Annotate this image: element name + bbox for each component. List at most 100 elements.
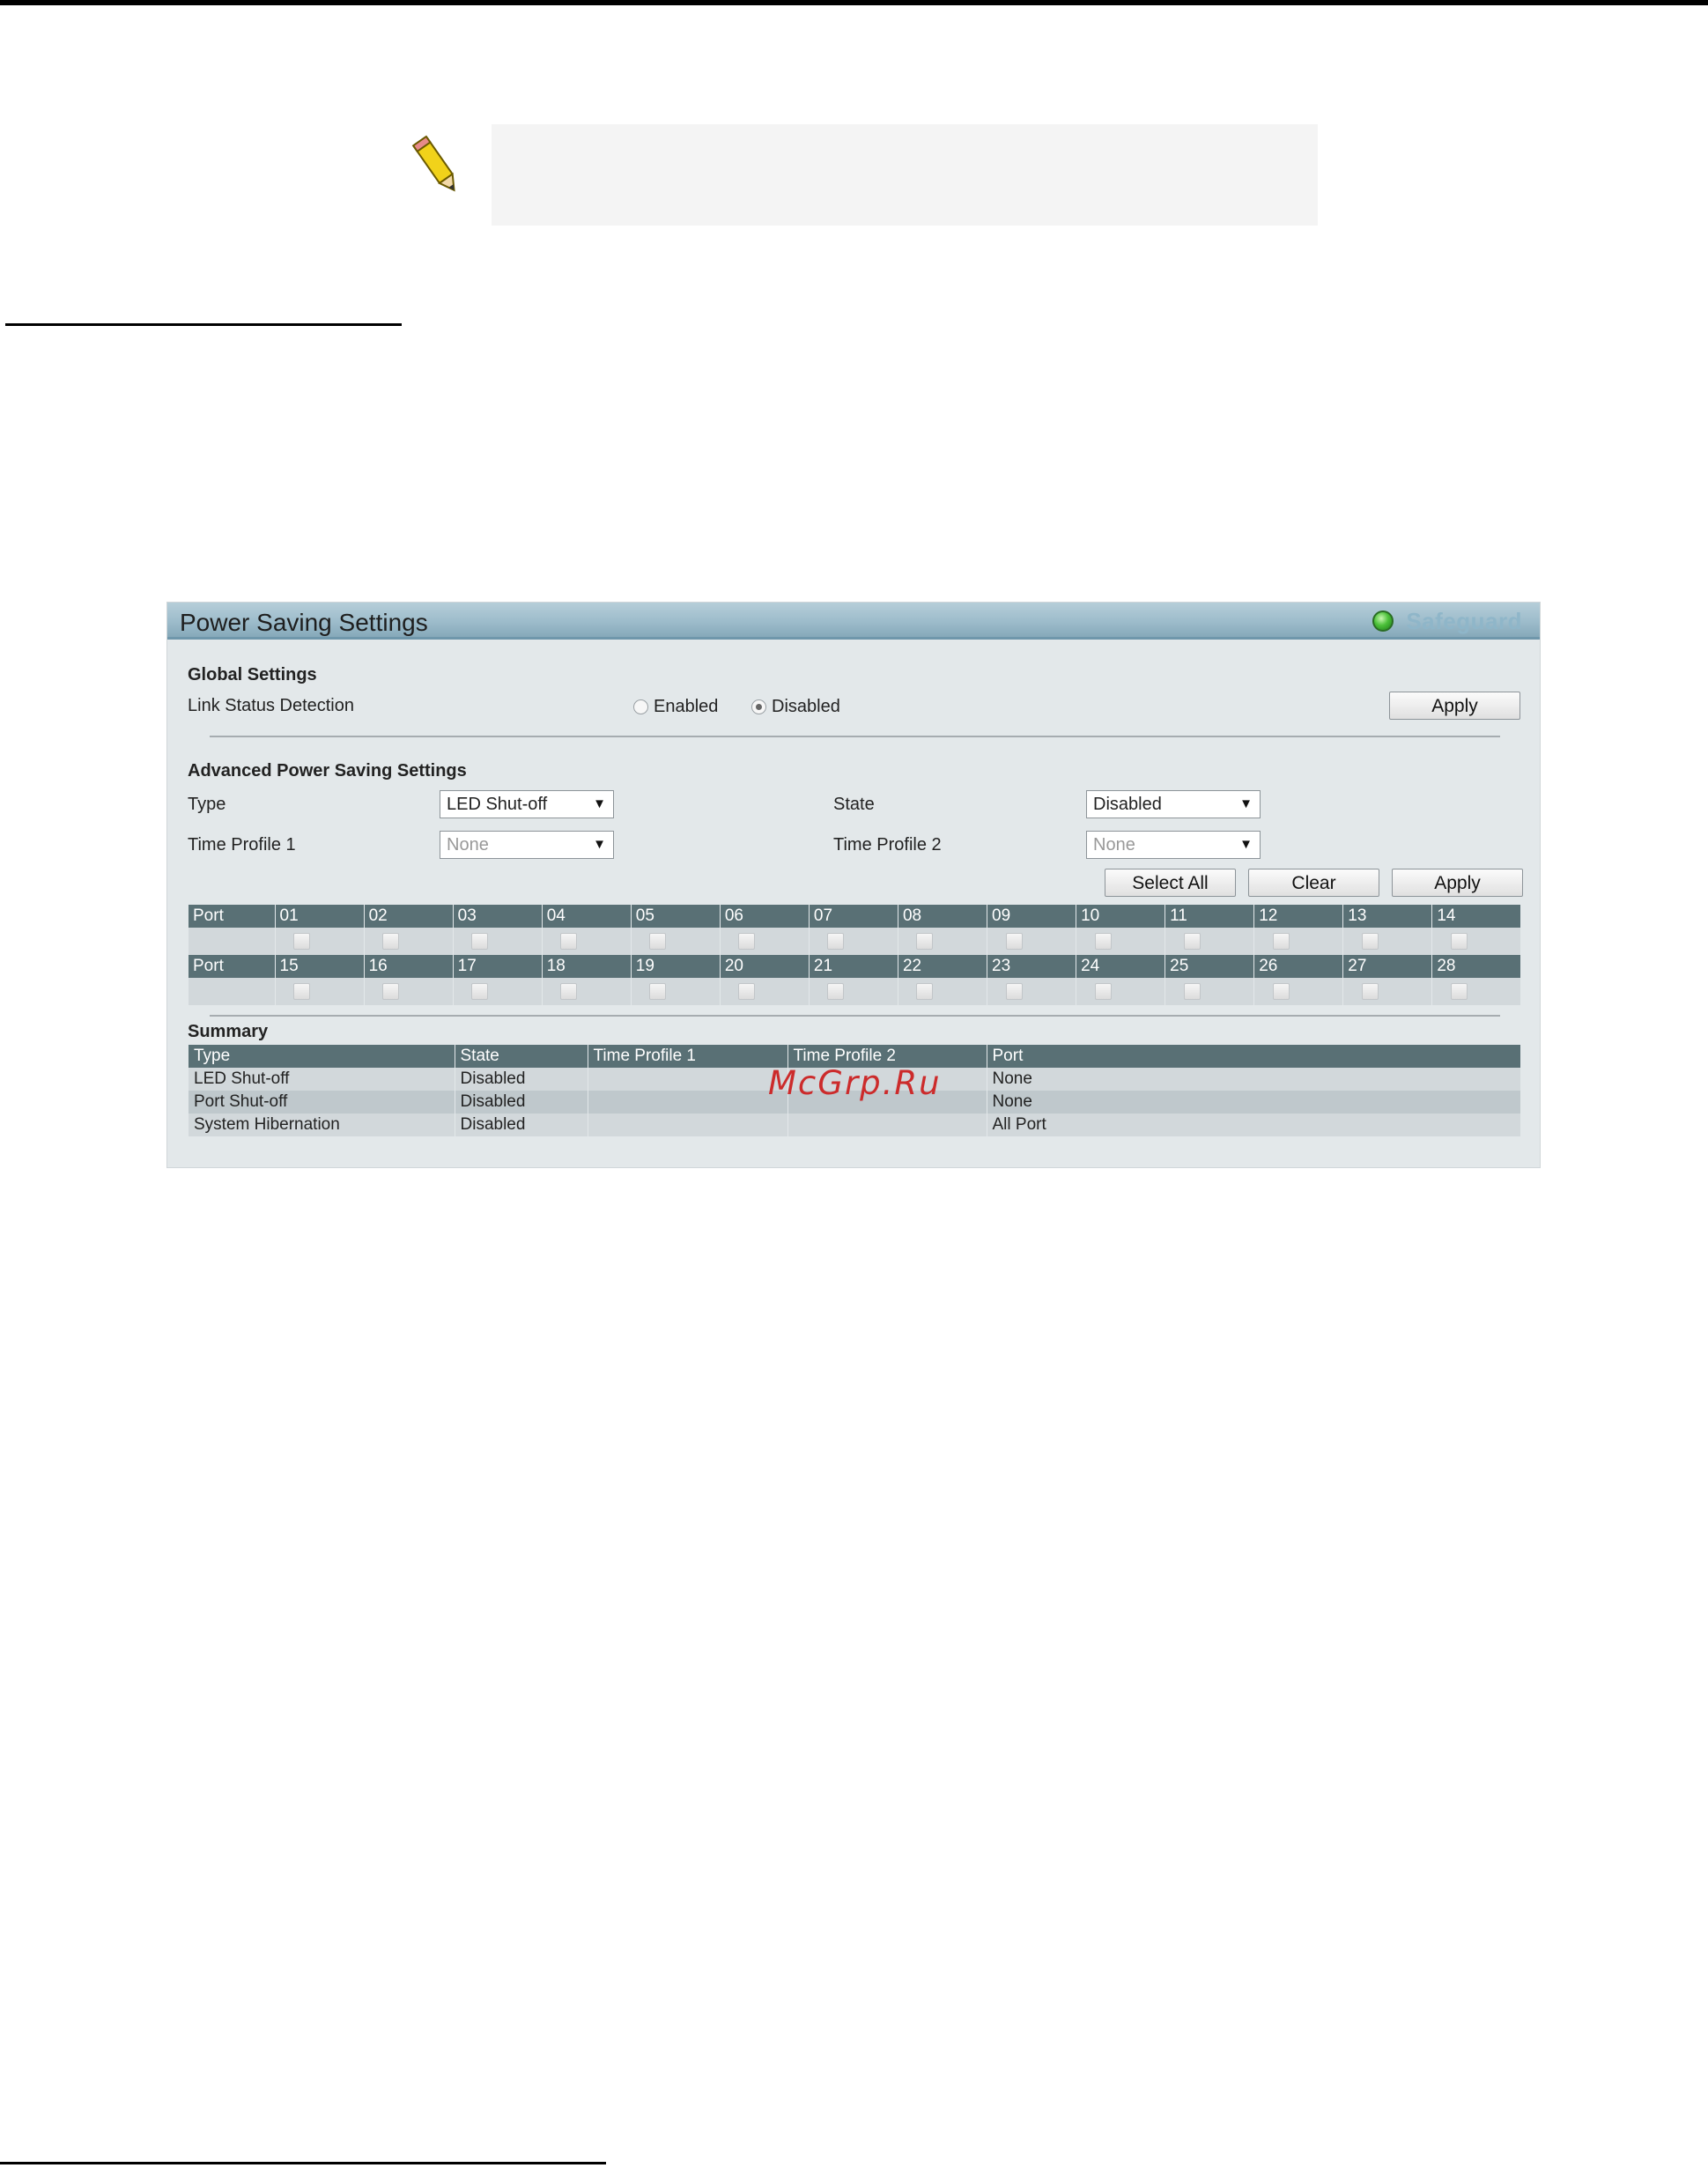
global-apply-button[interactable]: Apply — [1389, 692, 1520, 720]
port-checkbox-cell — [1253, 978, 1344, 1005]
port-checkbox-cell — [1342, 928, 1433, 955]
port-checkbox-23[interactable] — [1005, 982, 1023, 1000]
note-box — [492, 124, 1318, 226]
port-number-24: 24 — [1076, 955, 1166, 978]
time-profile-2-label: Time Profile 2 — [833, 835, 942, 855]
port-checkbox-cell — [1076, 978, 1166, 1005]
port-checkbox-14[interactable] — [1450, 932, 1468, 950]
summary-cell: System Hibernation — [189, 1114, 455, 1136]
watermark: McGrp.Ru — [768, 1064, 942, 1102]
advanced-apply-button[interactable]: Apply — [1392, 869, 1523, 897]
time-profile-2-select[interactable]: None ▼ — [1086, 831, 1261, 859]
time-profile-2-arrow-icon: ▼ — [1239, 837, 1253, 852]
port-checkbox-row — [189, 928, 1522, 955]
port-checkbox-27[interactable] — [1361, 982, 1379, 1000]
port-checkbox-cell — [1076, 928, 1166, 955]
port-checkbox-11[interactable] — [1183, 932, 1201, 950]
port-checkbox-28[interactable] — [1450, 982, 1468, 1000]
port-number-21: 21 — [809, 955, 898, 978]
port-checkbox-01[interactable] — [293, 932, 311, 950]
port-checkbox-06[interactable] — [738, 932, 756, 950]
port-checkbox-cell — [720, 928, 810, 955]
summary-column-header: Time Profile 1 — [588, 1045, 788, 1068]
port-checkbox-13[interactable] — [1361, 932, 1379, 950]
port-checkbox-21[interactable] — [827, 982, 845, 1000]
port-checkbox-15[interactable] — [293, 982, 311, 1000]
port-checkbox-25[interactable] — [1183, 982, 1201, 1000]
enabled-radio[interactable]: Enabled — [633, 697, 718, 717]
port-checkbox-row-spacer — [189, 928, 276, 955]
port-checkbox-16[interactable] — [382, 982, 400, 1000]
port-checkbox-cell — [1342, 978, 1433, 1005]
port-checkbox-08[interactable] — [916, 932, 934, 950]
port-number-19: 19 — [631, 955, 721, 978]
port-checkbox-07[interactable] — [827, 932, 845, 950]
port-number-15: 15 — [275, 955, 365, 978]
summary-column-header: Port — [987, 1045, 1521, 1068]
summary-cell — [588, 1091, 788, 1114]
summary-cell: Disabled — [455, 1068, 588, 1091]
port-header-row: Port 01 02 03 04 05 06 07 08 09 10 11 12 13 14 — [189, 905, 1522, 928]
port-checkbox-cell — [898, 928, 988, 955]
summary-cell — [787, 1114, 987, 1136]
port-checkbox-02[interactable] — [382, 932, 400, 950]
time-profile-1-value: None — [447, 835, 489, 855]
port-checkbox-17[interactable] — [471, 982, 489, 1000]
port-checkbox-03[interactable] — [471, 932, 489, 950]
state-label: State — [833, 795, 875, 814]
port-checkbox-cell — [275, 928, 365, 955]
port-checkbox-18[interactable] — [560, 982, 578, 1000]
summary-heading: Summary — [188, 1022, 269, 1041]
select-all-button[interactable]: Select All — [1105, 869, 1236, 897]
disabled-radio[interactable]: Disabled — [751, 697, 840, 717]
port-checkbox-05[interactable] — [649, 932, 667, 950]
port-checkbox-cell — [1253, 928, 1344, 955]
port-checkbox-cell — [542, 978, 632, 1005]
safeguard-status-icon — [1372, 610, 1394, 632]
port-number-13: 13 — [1342, 905, 1433, 928]
port-checkbox-19[interactable] — [649, 982, 667, 1000]
port-number-05: 05 — [631, 905, 721, 928]
port-checkbox-cell — [1431, 978, 1522, 1005]
port-number-17: 17 — [453, 955, 543, 978]
state-select[interactable]: Disabled ▼ — [1086, 790, 1261, 818]
port-number-12: 12 — [1253, 905, 1344, 928]
summary-cell: LED Shut-off — [189, 1068, 455, 1091]
port-checkbox-12[interactable] — [1272, 932, 1290, 950]
port-number-09: 09 — [987, 905, 1077, 928]
port-checkbox-20[interactable] — [738, 982, 756, 1000]
port-number-26: 26 — [1253, 955, 1344, 978]
port-checkbox-24[interactable] — [1094, 982, 1112, 1000]
pencil-note-icon — [407, 130, 467, 201]
port-number-01: 01 — [275, 905, 365, 928]
clear-button[interactable]: Clear — [1248, 869, 1379, 897]
port-header-row: Port 15 16 17 18 19 20 21 22 23 24 25 26 27 28 — [189, 955, 1522, 978]
summary-cell: Port Shut-off — [189, 1091, 455, 1114]
port-checkbox-09[interactable] — [1005, 932, 1023, 950]
port-number-23: 23 — [987, 955, 1077, 978]
port-row-label: Port — [189, 955, 276, 978]
port-selection-table: Port 01 02 03 04 05 06 07 08 09 10 11 12 13 14 Port 15 16… — [189, 905, 1522, 1005]
port-checkbox-row — [189, 978, 1522, 1005]
port-checkbox-22[interactable] — [916, 982, 934, 1000]
advanced-settings-heading: Advanced Power Saving Settings — [188, 761, 467, 781]
type-select[interactable]: LED Shut-off ▼ — [440, 790, 614, 818]
time-profile-1-select[interactable]: None ▼ — [440, 831, 614, 859]
type-select-value: LED Shut-off — [447, 795, 548, 814]
port-number-03: 03 — [453, 905, 543, 928]
panel-title: Power Saving Settings — [180, 609, 428, 636]
enabled-radio-button[interactable] — [633, 699, 648, 714]
port-checkbox-10[interactable] — [1094, 932, 1112, 950]
port-checkbox-cell — [631, 978, 721, 1005]
port-number-22: 22 — [898, 955, 988, 978]
port-checkbox-cell — [987, 978, 1077, 1005]
port-checkbox-04[interactable] — [560, 932, 578, 950]
safeguard-label: Safeguard — [1406, 607, 1522, 634]
port-checkbox-cell — [1431, 928, 1522, 955]
global-settings-heading: Global Settings — [188, 665, 317, 684]
time-profile-2-value: None — [1093, 835, 1135, 855]
port-checkbox-cell — [987, 928, 1077, 955]
port-checkbox-26[interactable] — [1272, 982, 1290, 1000]
disabled-radio-button[interactable] — [751, 699, 766, 714]
port-number-27: 27 — [1342, 955, 1433, 978]
